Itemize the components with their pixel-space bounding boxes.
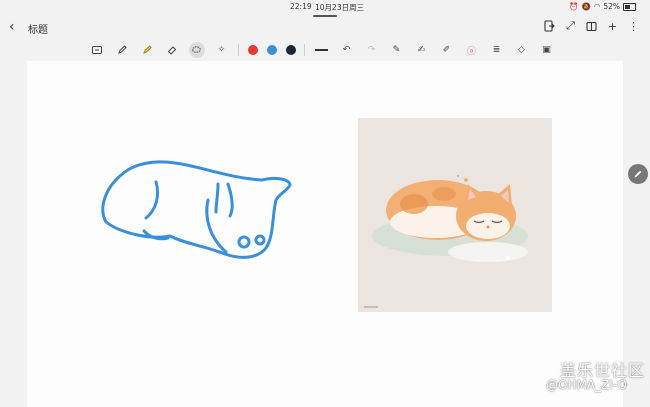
toolbar-divider — [304, 44, 305, 56]
page-title[interactable]: 标题 — [28, 21, 48, 36]
shape-recognition-icon[interactable]: ✧ — [214, 42, 230, 58]
keyboard-text-icon[interactable] — [89, 42, 105, 58]
pen-icon[interactable] — [114, 42, 130, 58]
color-swatch-red[interactable] — [247, 45, 258, 55]
artist-signature — [364, 306, 378, 308]
lasso-icon[interactable] — [188, 42, 205, 58]
sleeping-kitten-illustration — [372, 175, 528, 262]
status-bar: 22:19 10月23日周三 ⏰ 🔕 ◠ 52% — [0, 0, 650, 14]
battery-icon — [623, 2, 636, 11]
highlighter-icon[interactable] — [139, 42, 155, 58]
top-actions: ⤢ + ⋮ — [543, 19, 640, 33]
pencil-icon — [634, 170, 642, 178]
back-chevron-icon[interactable]: ‹ — [9, 19, 15, 35]
color-swatch-blue[interactable] — [266, 45, 277, 55]
redo-icon[interactable]: ↷ — [364, 42, 380, 58]
fill-icon[interactable]: ◇ — [514, 42, 530, 58]
book-view-icon[interactable] — [585, 19, 598, 33]
status-time: 22:19 — [290, 2, 312, 11]
alarm-icon: ⏰ — [569, 2, 579, 11]
undo-icon[interactable]: ↶ — [339, 42, 355, 58]
drawing-toolbar: ✧ ↶ ↷ ✎ ✍ ✐ ⓐ ≣ ◇ ▣ — [84, 40, 564, 60]
battery-percent: 52% — [603, 2, 620, 11]
color-swatch-black[interactable] — [285, 45, 296, 55]
wifi-icon: ◠ — [593, 2, 601, 11]
text-format-icon[interactable]: ≣ — [489, 42, 505, 58]
expand-icon[interactable]: ⤢ — [564, 19, 577, 33]
more-icon[interactable]: ⋮ — [627, 19, 640, 33]
watermark-handle: @OHMA_ZI-O — [546, 378, 627, 392]
drawing-assist-icon[interactable]: ⓐ — [464, 42, 480, 58]
stroke-width-icon[interactable] — [315, 49, 328, 51]
ai-sketch-icon[interactable]: ✐ — [439, 42, 455, 58]
mute-icon: 🔕 — [581, 2, 591, 11]
add-icon[interactable]: + — [606, 19, 619, 33]
status-date: 10月23日周三 — [315, 3, 365, 12]
status-icons: ⏰ 🔕 ◠ 52% — [569, 2, 636, 11]
sticker-icon[interactable]: ▣ — [539, 42, 555, 58]
toolbar-divider — [238, 44, 239, 56]
handwriting-icon[interactable]: ✍ — [414, 42, 430, 58]
eraser-icon[interactable] — [164, 42, 180, 58]
floating-pen-button[interactable] — [628, 164, 648, 184]
title-bar: ‹ 标题 ⤢ + ⋮ — [0, 17, 650, 39]
ai-pen-icon[interactable]: ✎ — [389, 42, 405, 58]
cat-watercolor-image[interactable] — [358, 118, 552, 312]
export-icon[interactable] — [543, 19, 556, 33]
